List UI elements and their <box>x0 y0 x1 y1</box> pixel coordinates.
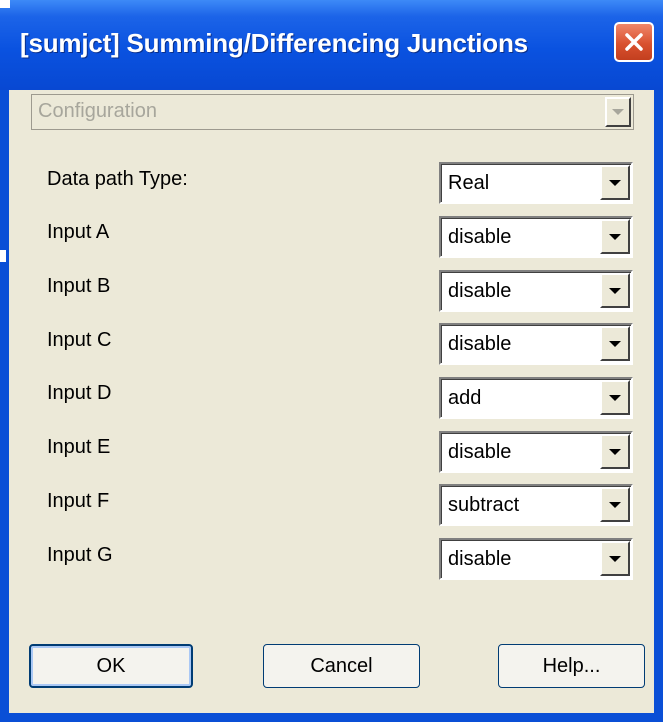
chevron-down-icon <box>609 394 621 401</box>
chevron-down-icon <box>609 287 621 294</box>
close-button[interactable] <box>614 22 654 62</box>
section-dropdown[interactable]: Configuration <box>31 94 634 130</box>
background-corner <box>0 0 10 8</box>
input-g-value: disable <box>448 548 512 570</box>
input-a-label: Input A <box>47 221 110 243</box>
input-c-label: Input C <box>47 329 112 351</box>
input-f-label: Input F <box>47 490 110 512</box>
chevron-down-icon <box>609 448 621 455</box>
input-e-arrow[interactable] <box>600 434 630 469</box>
input-c-select[interactable]: disable <box>439 323 633 365</box>
chevron-down-icon <box>609 179 621 186</box>
cancel-button[interactable]: Cancel <box>263 644 420 688</box>
data-path-type-arrow[interactable] <box>600 165 630 200</box>
input-a-value: disable <box>448 226 512 248</box>
data-path-type-select[interactable]: Real <box>439 162 633 204</box>
input-e-label: Input E <box>47 436 111 458</box>
chevron-down-icon <box>609 501 621 508</box>
input-e-value: disable <box>448 441 512 463</box>
input-d-select[interactable]: add <box>439 377 633 419</box>
input-d-arrow[interactable] <box>600 380 630 415</box>
ok-button[interactable]: OK <box>29 644 193 688</box>
input-a-select[interactable]: disable <box>439 216 633 258</box>
help-button[interactable]: Help... <box>498 644 645 688</box>
input-g-arrow[interactable] <box>600 541 630 576</box>
input-f-value: subtract <box>448 494 520 516</box>
input-d-label: Input D <box>47 382 112 404</box>
title-bar[interactable]: [sumjct] Summing/Differencing Junctions <box>0 0 663 90</box>
input-c-value: disable <box>448 333 512 355</box>
input-b-arrow[interactable] <box>600 273 630 308</box>
chevron-down-icon <box>612 109 624 115</box>
dialog-window: [sumjct] Summing/Differencing Junctions … <box>0 0 663 722</box>
close-icon <box>625 33 643 51</box>
input-f-select[interactable]: subtract <box>439 484 633 526</box>
input-f-arrow[interactable] <box>600 487 630 522</box>
data-path-type-label: Data path Type: <box>47 168 188 190</box>
section-dropdown-value: Configuration <box>38 100 157 122</box>
input-g-label: Input G <box>47 544 113 566</box>
input-a-arrow[interactable] <box>600 219 630 254</box>
dialog-body: Configuration Data path Type: Real Input… <box>9 90 654 713</box>
chevron-down-icon <box>609 233 621 240</box>
input-e-select[interactable]: disable <box>439 431 633 473</box>
dialog-title: [sumjct] Summing/Differencing Junctions <box>20 28 528 58</box>
section-dropdown-arrow[interactable] <box>605 97 631 127</box>
input-c-arrow[interactable] <box>600 326 630 361</box>
chevron-down-icon <box>609 340 621 347</box>
input-d-value: add <box>448 387 482 409</box>
input-g-select[interactable]: disable <box>439 538 633 580</box>
background-edge <box>0 250 6 262</box>
input-b-value: disable <box>448 280 512 302</box>
chevron-down-icon <box>609 555 621 562</box>
input-b-select[interactable]: disable <box>439 270 633 312</box>
input-b-label: Input B <box>47 275 111 297</box>
data-path-type-value: Real <box>448 172 490 194</box>
